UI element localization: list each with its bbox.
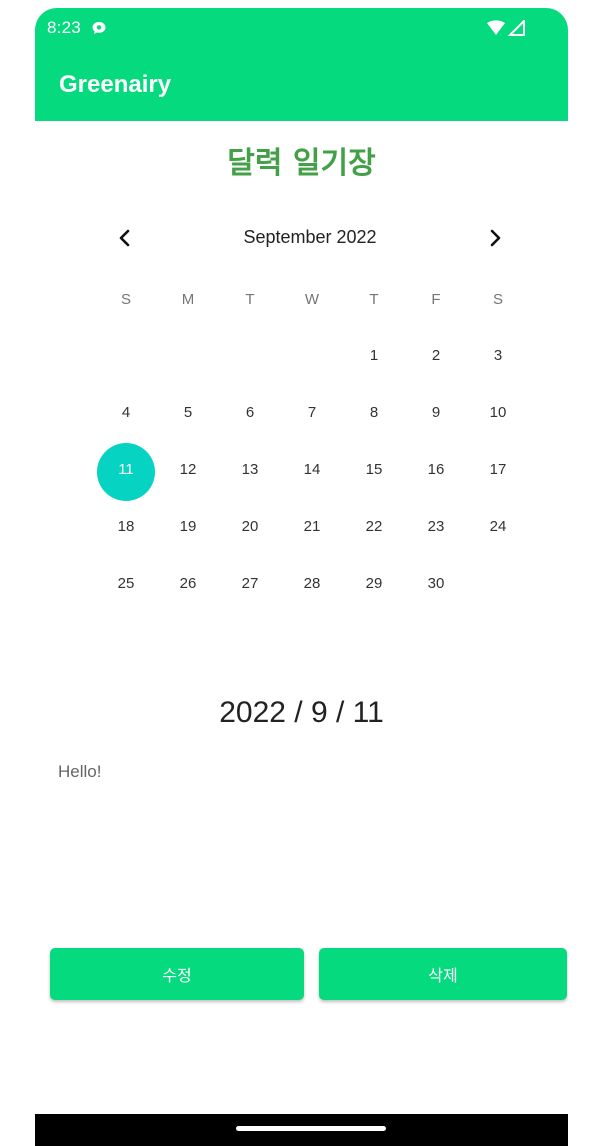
calendar-day[interactable]: 26	[157, 568, 219, 625]
weekday-label: S	[120, 291, 131, 308]
app-title: Greenairy	[59, 71, 172, 98]
calendar-day[interactable]: 15	[343, 454, 405, 511]
app-bar: 8:23 Greenairy	[35, 8, 568, 121]
calendar-day[interactable]: 28	[281, 568, 343, 625]
calendar-day[interactable]: 18	[95, 511, 157, 568]
diary-entry-text[interactable]: Hello!	[58, 762, 538, 782]
calendar-day-number: 13	[241, 461, 259, 478]
calendar-empty-cell	[95, 340, 157, 397]
calendar-day-selected[interactable]: 11	[95, 443, 157, 511]
calendar-empty-cell	[157, 340, 219, 397]
calendar-day-number: 23	[427, 518, 445, 535]
calendar-day[interactable]: 14	[281, 454, 343, 511]
calendar-day-number: 16	[427, 461, 445, 478]
wifi-icon	[487, 20, 505, 35]
calendar-day[interactable]: 17	[467, 454, 529, 511]
calendar-day-number: 8	[369, 404, 379, 421]
calendar-day-number: 4	[121, 404, 131, 421]
calendar-day-number: 19	[179, 518, 197, 535]
calendar-day-number: 30	[427, 575, 445, 592]
calendar-day[interactable]: 8	[343, 397, 405, 454]
status-icons	[487, 20, 525, 36]
calendar-day-number: 17	[489, 461, 507, 478]
edit-button[interactable]: 수정	[50, 948, 304, 1000]
selected-date: 2022 / 9 / 11	[219, 696, 384, 729]
calendar-day-number: 11	[118, 461, 134, 478]
weekday-label: M	[181, 291, 195, 308]
calendar-day[interactable]: 2	[405, 340, 467, 397]
calendar-day-number: 29	[365, 575, 383, 592]
calendar-day-number: 27	[241, 575, 259, 592]
calendar-day-number: 28	[303, 575, 321, 592]
calendar-empty-cell	[281, 340, 343, 397]
calendar-day[interactable]: 30	[405, 568, 467, 625]
calendar-day[interactable]: 27	[219, 568, 281, 625]
calendar-day[interactable]: 12	[157, 454, 219, 511]
navigation-bar	[35, 1114, 568, 1146]
weekday-label: T	[245, 291, 255, 308]
calendar-day[interactable]: 7	[281, 397, 343, 454]
phone-screen: 8:23 Greenairy 달력 일기장 September 2022 S M…	[35, 8, 568, 1146]
calendar-day[interactable]: 6	[219, 397, 281, 454]
calendar-day-number: 1	[369, 347, 379, 364]
weekday-label: T	[369, 291, 379, 308]
calendar-day[interactable]: 10	[467, 397, 529, 454]
calendar-day-number: 15	[365, 461, 383, 478]
calendar-day-number: 25	[117, 575, 135, 592]
home-indicator[interactable]	[236, 1126, 386, 1131]
calendar-day-number: 7	[307, 404, 317, 421]
calendar-day[interactable]: 24	[467, 511, 529, 568]
calendar-day-number: 5	[183, 404, 193, 421]
calendar-day[interactable]: 23	[405, 511, 467, 568]
calendar-day[interactable]: 3	[467, 340, 529, 397]
calendar-day-number: 2	[431, 347, 441, 364]
status-time: 8:23	[47, 18, 81, 37]
weekday-label: W	[304, 291, 320, 308]
calendar-day[interactable]: 5	[157, 397, 219, 454]
calendar-empty-cell	[219, 340, 281, 397]
calendar-day-number: 14	[303, 461, 321, 478]
calendar-day[interactable]: 9	[405, 397, 467, 454]
calendar-day-number: 12	[179, 461, 197, 478]
calendar-day[interactable]: 19	[157, 511, 219, 568]
calendar-day[interactable]: 22	[343, 511, 405, 568]
calendar-day-number: 6	[245, 404, 255, 421]
calendar-day[interactable]: 13	[219, 454, 281, 511]
calendar-day[interactable]: 29	[343, 568, 405, 625]
delete-button[interactable]: 삭제	[319, 948, 567, 1000]
calendar-day[interactable]: 1	[343, 340, 405, 397]
chevron-right-icon[interactable]	[481, 224, 509, 252]
calendar-month-label: September 2022	[243, 227, 377, 247]
weekday-row: S M T W T F S	[95, 291, 529, 315]
calendar-day-number: 20	[241, 518, 259, 535]
weekday-label: S	[492, 291, 503, 308]
calendar-day[interactable]: 20	[219, 511, 281, 568]
calendar-day-number: 22	[365, 518, 383, 535]
weekday-label: F	[431, 291, 441, 308]
calendar-day-number: 21	[303, 518, 321, 535]
calendar-day-number: 9	[431, 404, 441, 421]
calendar-header: September 2022	[105, 220, 515, 256]
calendar-day-number: 3	[493, 347, 503, 364]
calendar-day-number: 18	[117, 518, 135, 535]
calendar-day-number: 10	[489, 404, 507, 421]
calendar-day[interactable]: 16	[405, 454, 467, 511]
calendar-day-number: 24	[489, 518, 507, 535]
calendar-day-grid: 1 2 3 4 5 6 7 8 9 10 11 12 13 14 15 16 17 18 19 20 21 22 23 24 2…	[95, 340, 529, 625]
calendar-day[interactable]: 25	[95, 568, 157, 625]
cellular-signal-icon	[507, 20, 525, 36]
calendar-day-number: 26	[179, 575, 197, 592]
chat-bubble-icon	[92, 22, 106, 34]
calendar-day[interactable]: 21	[281, 511, 343, 568]
page-title: 달력 일기장	[227, 146, 376, 181]
